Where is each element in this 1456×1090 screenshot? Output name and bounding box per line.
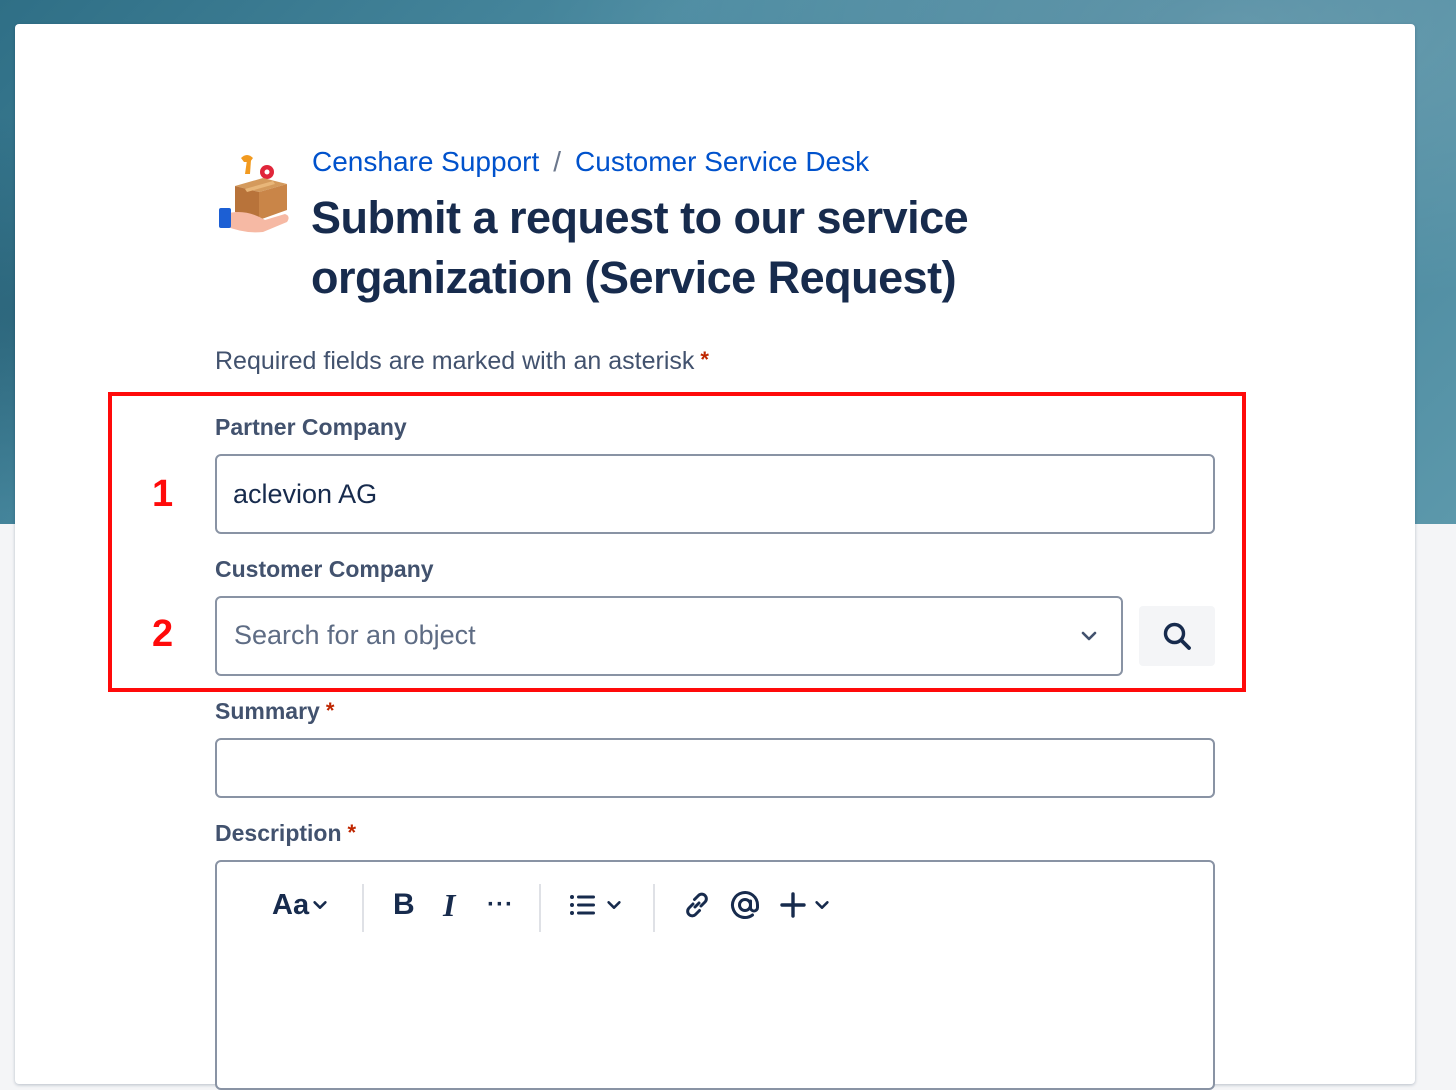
required-fields-note-text: Required fields are marked with an aster…	[215, 347, 695, 375]
annotation-marker-2: 2	[152, 613, 174, 655]
toolbar-divider	[362, 884, 364, 932]
more-icon: ···	[487, 891, 514, 918]
breadcrumb-separator: /	[553, 146, 562, 177]
required-asterisk: *	[347, 820, 357, 845]
description-label-row: Description *	[215, 820, 356, 847]
chevron-down-icon	[313, 901, 327, 909]
summary-label-row: Summary *	[215, 698, 334, 725]
annotation-highlight-box	[108, 392, 1246, 692]
chevron-down-icon	[815, 901, 829, 909]
toolbar-divider	[539, 884, 541, 932]
service-desk-logo	[219, 155, 289, 233]
breadcrumb: Censhare Support / Customer Service Desk	[312, 146, 869, 178]
bold-icon: B	[393, 888, 415, 921]
more-formatting-button[interactable]: ···	[487, 880, 514, 930]
summary-input[interactable]	[215, 738, 1215, 798]
mention-button[interactable]	[729, 880, 761, 930]
required-asterisk: *	[700, 347, 709, 372]
bold-button[interactable]: B	[393, 880, 415, 930]
breadcrumb-link-customer-service-desk[interactable]: Customer Service Desk	[575, 146, 869, 177]
mention-icon	[731, 891, 759, 919]
description-editor[interactable]: Aa B I ···	[215, 860, 1215, 1090]
italic-icon: I	[443, 886, 456, 923]
summary-label: Summary	[215, 698, 320, 724]
insert-dropdown[interactable]	[779, 880, 831, 930]
link-button[interactable]	[682, 880, 712, 930]
required-asterisk: *	[325, 698, 335, 723]
annotation-marker-1: 1	[152, 473, 174, 515]
list-dropdown[interactable]	[569, 880, 623, 930]
page-title: Submit a request to our service organiza…	[311, 192, 969, 303]
required-fields-note: Required fields are marked with an aster…	[215, 347, 709, 376]
breadcrumb-link-censhare-support[interactable]: Censhare Support	[312, 146, 539, 177]
text-style-dropdown[interactable]: Aa	[272, 880, 329, 930]
bullet-list-icon	[570, 895, 595, 915]
plus-icon	[780, 892, 806, 918]
link-icon	[686, 892, 708, 918]
text-style-label: Aa	[272, 888, 310, 921]
chevron-down-icon	[607, 901, 621, 909]
editor-toolbar: Aa B I ···	[217, 880, 1213, 932]
description-label: Description	[215, 820, 342, 846]
italic-button[interactable]: I	[443, 880, 455, 930]
toolbar-divider	[653, 884, 655, 932]
